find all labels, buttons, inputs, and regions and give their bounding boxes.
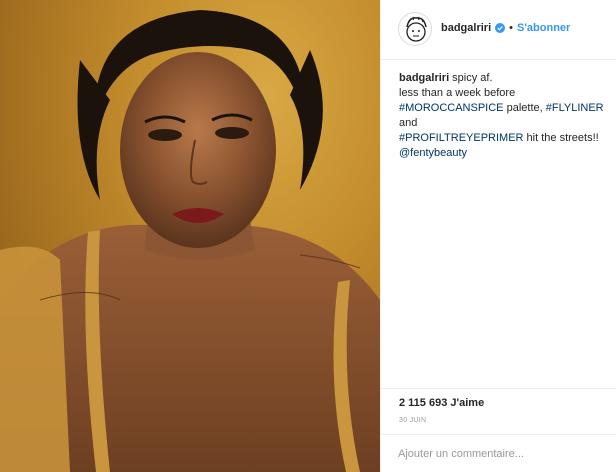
caption-username[interactable]: badgalriri [399,72,449,84]
caption-line-2: less than a week before [399,87,516,99]
likes-count[interactable]: 2 115 693 J'aime [399,397,484,409]
header-username[interactable]: badgalriri [441,22,491,34]
avatar-sketch-icon [406,16,427,42]
mention-fentybeauty[interactable]: @fentybeauty [399,147,467,159]
post-side-panel: badgalriri • S'abonner badgalriri spicy … [380,0,616,472]
caption-text-4: hit the streets!! [523,132,599,144]
caption-text-1: spicy af. [449,72,493,84]
header-text: badgalriri • S'abonner [441,22,570,34]
post-header: badgalriri • S'abonner [381,0,616,60]
caption-line-5: @fentybeauty [399,146,613,161]
hashtag-flyliner[interactable]: #FLYLINER [546,102,604,114]
caption-line-1: badgalriri spicy af. [399,71,613,86]
hashtag-profiltreyeprimer[interactable]: #PROFILTREYEPRIMER [399,132,524,144]
likes-section: 2 115 693 J'aime 30 JUIN [381,388,616,424]
verified-badge-icon [495,23,506,33]
post-caption: badgalriri spicy af. less than a week be… [399,71,613,161]
hashtag-moroccanspice[interactable]: #MOROCCANSPICE [399,102,504,114]
post-date[interactable]: 30 JUIN [399,417,426,424]
follow-button[interactable]: S'abonner [517,22,570,34]
avatar[interactable] [398,12,432,46]
post-photo-illustration [0,10,380,472]
header-separator: • [509,22,513,34]
comment-box [381,434,616,472]
caption-line-3: #MOROCCANSPICE palette, #FLYLINER and [399,101,613,131]
caption-text-3b: and [399,117,418,129]
comment-input[interactable] [398,445,598,463]
caption-line-4: #PROFILTREYEPRIMER hit the streets!! [399,131,613,146]
caption-text-3a: palette, [503,102,546,114]
post-photo[interactable] [0,0,380,472]
